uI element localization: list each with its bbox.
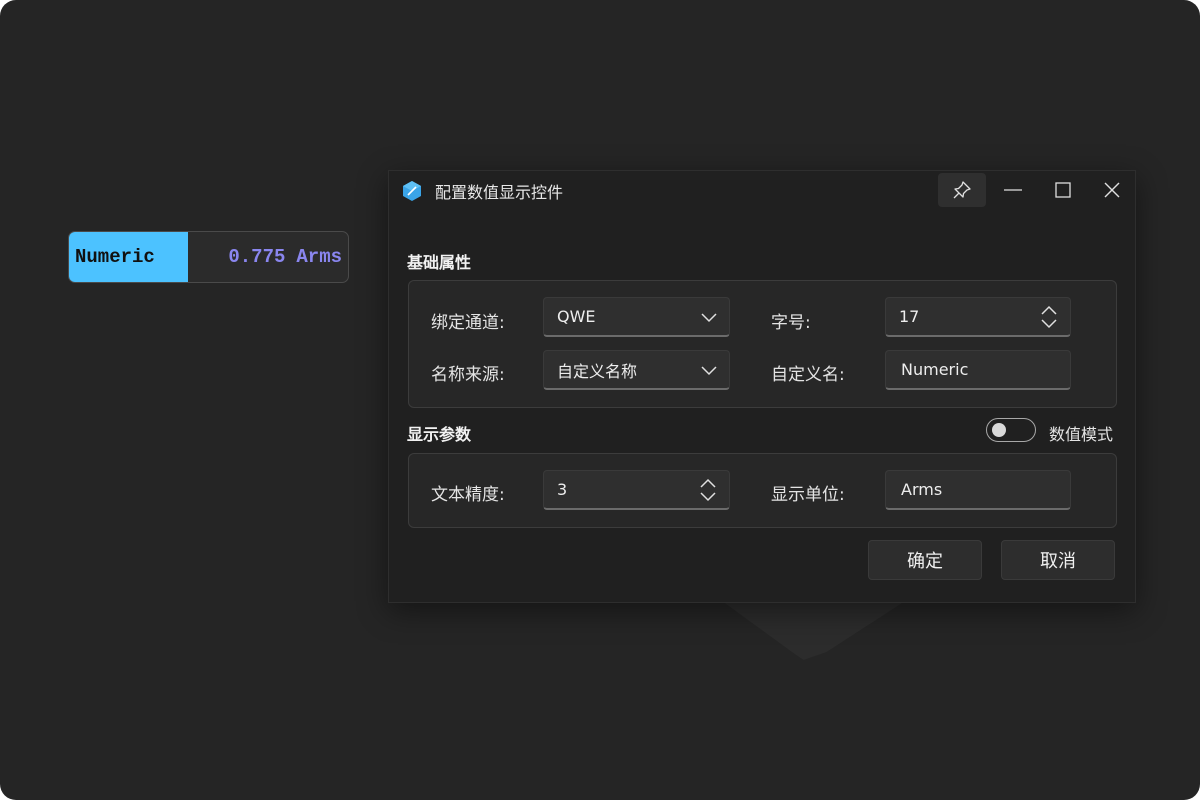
custom-name-label: 自定义名: [771,365,845,385]
value-mode-toggle[interactable] [986,418,1036,442]
font-size-label: 字号: [771,313,811,333]
dialog-title: 配置数值显示控件 [435,183,564,202]
unit-value: Arms [901,480,943,499]
name-source-select[interactable]: 自定义名称 [543,350,730,390]
app-hex-icon [401,180,423,202]
maximize-icon [1055,182,1071,198]
unit-label: 显示单位: [771,485,845,505]
basic-properties-group: 绑定通道: QWE 字号: 17 名称来源: 自定义名称 自定义名: Numer… [408,280,1117,408]
numeric-widget-value-area: 0.775 Arms [188,232,348,282]
minimize-button[interactable] [989,171,1037,209]
config-dialog: 配置数值显示控件 基础属性 绑定通道: QWE 字号: 17 名称来源: 自定义… [388,170,1136,603]
cancel-button[interactable]: 取消 [1001,540,1115,580]
display-params-group: 文本精度: 3 显示单位: Arms [408,453,1117,528]
chevron-down-icon [701,313,717,323]
name-source-label: 名称来源: [431,365,505,385]
maximize-button[interactable] [1039,171,1087,209]
chevron-down-icon [701,366,717,376]
pin-button[interactable] [938,173,986,207]
channel-select-value: QWE [557,307,596,326]
numeric-display-widget[interactable]: Numeric 0.775 Arms [68,231,349,283]
name-source-select-value: 自定义名称 [557,361,638,381]
font-size-value: 17 [899,307,920,326]
custom-name-input[interactable]: Numeric [885,350,1071,390]
close-icon [1104,182,1120,198]
toggle-knob [992,423,1006,437]
unit-input[interactable]: Arms [885,470,1071,510]
precision-label: 文本精度: [431,485,505,505]
channel-select[interactable]: QWE [543,297,730,337]
custom-name-value: Numeric [901,360,969,379]
numeric-widget-value: 0.775 [228,246,286,268]
precision-stepper[interactable]: 3 [543,470,730,510]
spinner-up-down-icon[interactable] [1040,305,1058,329]
minimize-icon [1004,189,1022,191]
close-button[interactable] [1088,171,1136,209]
channel-label: 绑定通道: [431,313,505,333]
basic-section-title: 基础属性 [407,253,472,272]
precision-value: 3 [557,480,568,499]
app-canvas: Numeric 0.775 Arms 配置数值显示控件 基础属性 绑定通道: Q… [0,0,1200,800]
pin-icon [953,181,971,199]
spinner-up-down-icon[interactable] [699,478,717,502]
ok-button[interactable]: 确定 [868,540,982,580]
font-size-stepper[interactable]: 17 [885,297,1071,337]
numeric-widget-name: Numeric [69,232,188,282]
display-section-title: 显示参数 [407,425,472,444]
dialog-titlebar[interactable]: 配置数值显示控件 [389,171,1135,209]
numeric-widget-unit: Arms [296,246,342,268]
value-mode-label: 数值模式 [1049,425,1114,444]
